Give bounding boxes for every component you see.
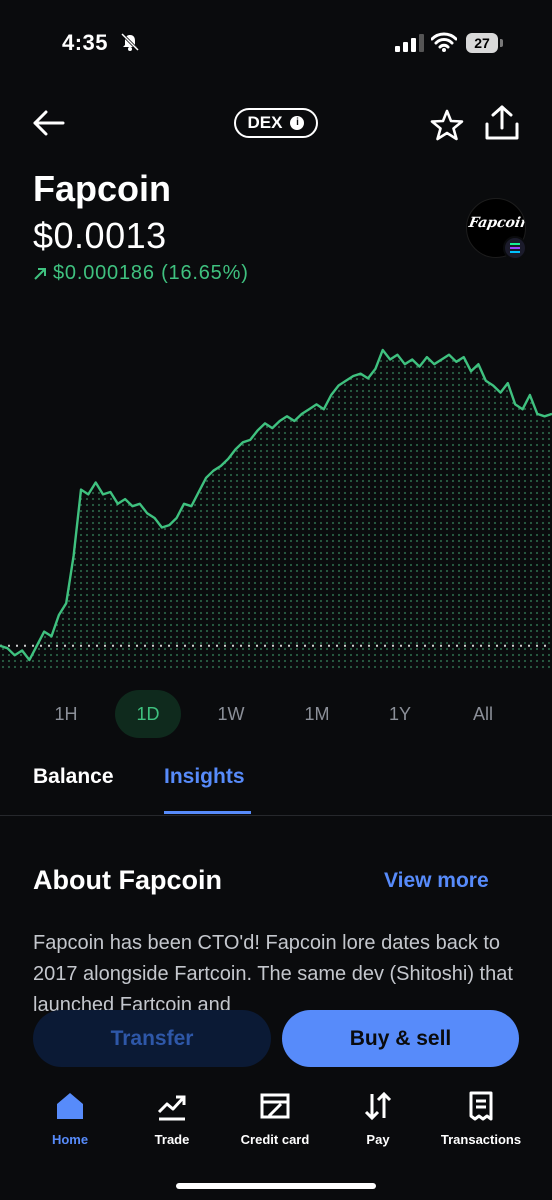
home-indicator: [176, 1183, 376, 1189]
coin-logo-text: Fapcoin: [467, 215, 526, 231]
tabs-divider: [0, 815, 552, 816]
view-more-link[interactable]: View more: [384, 869, 489, 893]
pay-transfer-icon: [364, 1091, 392, 1121]
trade-chart-icon: [157, 1095, 186, 1121]
tab-balance[interactable]: Balance: [33, 765, 114, 789]
nav-home-label: Home: [51, 1132, 89, 1147]
status-time: 4:35: [62, 30, 109, 55]
price-chart[interactable]: [0, 340, 552, 670]
back-arrow-icon[interactable]: [32, 108, 66, 138]
nav-transactions[interactable]: Transactions: [436, 1090, 526, 1150]
dex-badge-label: DEX: [247, 113, 283, 132]
asset-price: $0.0013: [33, 215, 167, 256]
credit-card-icon: [260, 1093, 290, 1119]
price-change-value: $0.000186 (16.65%): [53, 262, 249, 284]
range-1h[interactable]: 1H: [33, 690, 99, 738]
transfer-button[interactable]: Transfer: [33, 1010, 271, 1067]
nav-transactions-label: Transactions: [440, 1132, 522, 1147]
nav-credit-card-label: Credit card: [240, 1132, 310, 1147]
tab-active-indicator: [164, 811, 251, 814]
battery-level: 27: [466, 33, 498, 53]
home-icon: [57, 1093, 83, 1119]
info-icon: i: [290, 116, 305, 130]
battery-icon: 27: [466, 33, 504, 53]
star-icon[interactable]: [430, 108, 464, 142]
wifi-icon: [431, 32, 457, 52]
nav-home[interactable]: Home: [40, 1090, 100, 1150]
about-title: About Fapcoin: [33, 865, 222, 895]
dex-badge[interactable]: DEX i: [234, 108, 318, 138]
cellular-signal-icon: [395, 34, 424, 52]
range-selector: 1H 1D 1W 1M 1Y All: [0, 690, 552, 738]
range-all[interactable]: All: [450, 690, 516, 738]
nav-credit-card[interactable]: Credit card: [235, 1090, 315, 1150]
buy-sell-button[interactable]: Buy & sell: [282, 1010, 519, 1067]
tab-insights[interactable]: Insights: [164, 765, 245, 789]
asset-name: Fapcoin: [33, 168, 172, 209]
range-1w[interactable]: 1W: [198, 690, 264, 738]
nav-trade-label: Trade: [154, 1132, 190, 1147]
about-description: Fapcoin has been CTO'd! Fapcoin lore dat…: [33, 932, 513, 1016]
solana-network-icon: [503, 236, 527, 260]
range-1y[interactable]: 1Y: [367, 690, 433, 738]
receipt-icon: [469, 1091, 493, 1121]
share-icon[interactable]: [484, 104, 520, 142]
nav-pay[interactable]: Pay: [348, 1090, 408, 1150]
bell-muted-icon: [120, 33, 140, 51]
range-1m[interactable]: 1M: [284, 690, 350, 738]
chart-area-fill: [0, 350, 552, 670]
nav-pay-label: Pay: [366, 1132, 390, 1147]
range-1d[interactable]: 1D: [115, 690, 181, 738]
price-change: $0.000186 (16.65%): [33, 262, 249, 285]
arrow-up-right-icon: [34, 267, 46, 280]
nav-trade[interactable]: Trade: [142, 1090, 202, 1150]
